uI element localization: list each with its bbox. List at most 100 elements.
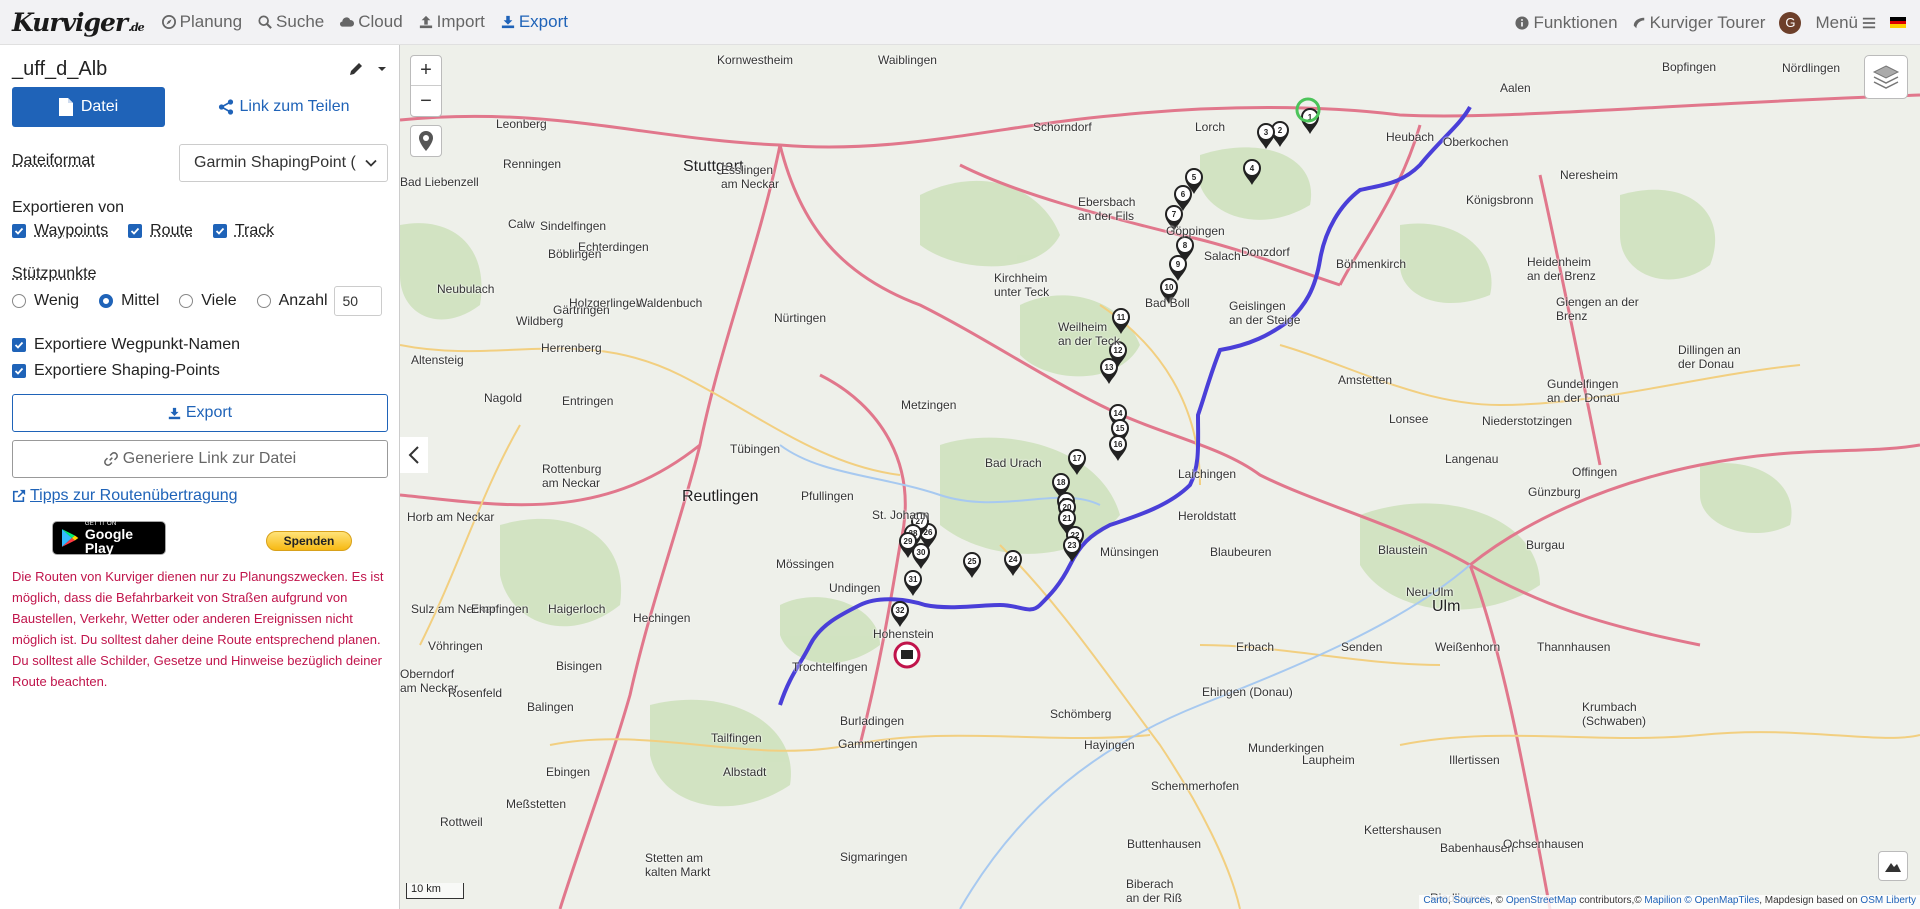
nav-planung[interactable]: Planung — [161, 12, 242, 32]
waypoint-marker[interactable]: 30 — [912, 543, 930, 569]
waypoint-marker[interactable]: 25 — [963, 552, 981, 578]
map-label: Geislingen an der Steige — [1229, 299, 1301, 327]
share-link-label: Link zum Teilen — [239, 98, 350, 115]
export-button[interactable]: Export — [12, 394, 388, 432]
map-label: Bad Boll — [1145, 296, 1190, 310]
stuetzpunkte-label: Stützpunkte — [12, 265, 97, 282]
collapse-sidebar-button[interactable] — [400, 437, 428, 473]
map-label: Laichingen — [1178, 467, 1237, 481]
wenig-label[interactable]: Wenig — [34, 292, 79, 310]
viele-label[interactable]: Viele — [201, 292, 236, 310]
user-avatar[interactable]: G — [1779, 11, 1802, 34]
route-label[interactable]: Route — [150, 222, 193, 240]
openmaptiles-link[interactable]: © OpenMapTiles — [1684, 895, 1759, 906]
nav-funktionen-label: Funktionen — [1533, 12, 1618, 32]
waypoint-number: 6 — [1181, 190, 1186, 199]
tips-link[interactable]: Tipps zur Routenübertragung — [12, 487, 238, 505]
map-label: Gärtringen — [553, 303, 610, 317]
waypoints-label[interactable]: Waypoints — [34, 222, 108, 240]
locate-button[interactable] — [410, 125, 442, 157]
waypoint-marker[interactable]: 4 — [1243, 159, 1261, 185]
pencil-icon[interactable] — [348, 61, 364, 77]
export-waypoint-names-label[interactable]: Exportiere Wegpunkt-Namen — [34, 336, 240, 354]
map-label: Langenau — [1445, 452, 1499, 466]
datei-button[interactable]: Datei — [12, 87, 165, 127]
waypoint-marker[interactable]: 24 — [1004, 550, 1022, 576]
waypoints-checkbox[interactable] — [12, 224, 26, 238]
waypoint-number: 9 — [1176, 260, 1181, 269]
radio-viele[interactable] — [179, 294, 194, 308]
route-title[interactable]: _uff_d_Alb — [12, 58, 338, 81]
sources-link[interactable]: Sources — [1453, 895, 1490, 906]
nav-funktionen[interactable]: Funktionen — [1515, 12, 1618, 33]
radio-wenig[interactable] — [12, 294, 26, 308]
anzahl-input[interactable]: 50 — [333, 286, 382, 316]
mapilion-link[interactable]: Mapilion — [1644, 895, 1681, 906]
waypoint-marker[interactable]: 9 — [1169, 255, 1187, 281]
track-label[interactable]: Track — [235, 222, 274, 240]
nav-tourer[interactable]: Kurviger Tourer — [1632, 12, 1766, 33]
check-icon — [215, 227, 224, 235]
nav-export[interactable]: Export — [501, 12, 568, 32]
nav-menu[interactable]: Menü — [1815, 13, 1876, 33]
layers-button[interactable] — [1864, 55, 1908, 99]
waypoint-marker[interactable]: 17 — [1068, 449, 1086, 475]
share-link-button[interactable]: Link zum Teilen — [177, 87, 390, 127]
scale-label: 10 km — [411, 883, 441, 895]
google-play-badge[interactable]: GET IT ON Google Play — [52, 521, 166, 555]
zoom-in-button[interactable]: + — [411, 56, 441, 86]
waypoint-marker[interactable]: 32 — [891, 601, 909, 627]
route-checkbox[interactable] — [128, 224, 143, 238]
dateiformat-select[interactable]: Garmin ShapingPoint ( — [179, 144, 388, 182]
nav-cloud[interactable]: Cloud — [340, 12, 403, 32]
osm-liberty-link[interactable]: OSM Liberty — [1860, 895, 1916, 906]
export-waypoint-names-checkbox[interactable] — [12, 338, 26, 352]
dateiformat-value: Garmin ShapingPoint ( — [194, 154, 356, 171]
carto-link[interactable]: Carto — [1423, 895, 1447, 906]
map-label: Buttenhausen — [1127, 837, 1202, 851]
google-play-bottom: Google Play — [84, 526, 134, 556]
hamburger-icon — [1862, 17, 1876, 28]
map-label: Waldenbuch — [636, 296, 703, 310]
caret-down-icon[interactable] — [374, 61, 390, 77]
anzahl-label[interactable]: Anzahl — [279, 292, 328, 310]
kurviger-tourer-icon — [1633, 17, 1644, 28]
waypoint-marker[interactable]: 23 — [1063, 536, 1081, 562]
map-label: Ochsenhausen — [1503, 837, 1584, 851]
osm-link[interactable]: OpenStreetMap — [1506, 895, 1577, 906]
waypoint-marker[interactable]: 3 — [1257, 123, 1275, 149]
export-shaping-points-label[interactable]: Exportiere Shaping-Points — [34, 362, 220, 380]
hill-shade-toggle[interactable] — [1878, 851, 1908, 881]
export-shaping-points-checkbox[interactable] — [12, 364, 26, 378]
nav-import[interactable]: Import — [419, 12, 485, 32]
map-view[interactable]: 1234567891011121314151617181920212223242… — [400, 45, 1920, 909]
waypoint-marker[interactable]: 31 — [904, 570, 922, 596]
map-label: Sigmaringen — [840, 850, 908, 864]
nav-right: Funktionen Kurviger Tourer G Menü — [1515, 0, 1920, 45]
radio-mittel[interactable] — [99, 294, 114, 308]
nav-suche[interactable]: Suche — [258, 12, 324, 32]
map-label: Entringen — [562, 394, 614, 408]
waypoint-number: 5 — [1192, 173, 1197, 182]
kurviger-logo[interactable]: Kurviger .de — [12, 8, 145, 37]
waypoint-marker[interactable]: 13 — [1100, 358, 1118, 384]
zoom-out-button[interactable]: − — [411, 86, 441, 116]
waypoint-marker[interactable]: 16 — [1109, 435, 1127, 461]
map-label: St. Johann — [872, 508, 930, 522]
map-label: Königsbronn — [1466, 193, 1534, 207]
mittel-label[interactable]: Mittel — [121, 292, 159, 310]
contributors-text: contributors,© — [1579, 895, 1642, 906]
donate-button[interactable]: Spenden — [266, 531, 352, 551]
generate-link-button[interactable]: Generiere Link zur Datei — [12, 440, 388, 478]
map-label: Burgau — [1526, 538, 1565, 552]
map-label: Münsingen — [1100, 545, 1159, 559]
nav-tourer-label: Kurviger Tourer — [1649, 12, 1766, 32]
map-label: Amstetten — [1338, 373, 1393, 387]
export-tabs: Datei Link zum Teilen — [12, 87, 390, 127]
export-sidebar: _uff_d_Alb Datei Link zum Teilen Dateifo… — [0, 45, 400, 909]
track-checkbox[interactable] — [212, 224, 227, 238]
export-waypoint-names-row: Exportiere Wegpunkt-Namen — [12, 336, 240, 354]
radio-anzahl[interactable] — [256, 294, 271, 308]
german-flag-icon[interactable] — [1890, 17, 1906, 29]
map-label: Albstadt — [723, 765, 767, 779]
